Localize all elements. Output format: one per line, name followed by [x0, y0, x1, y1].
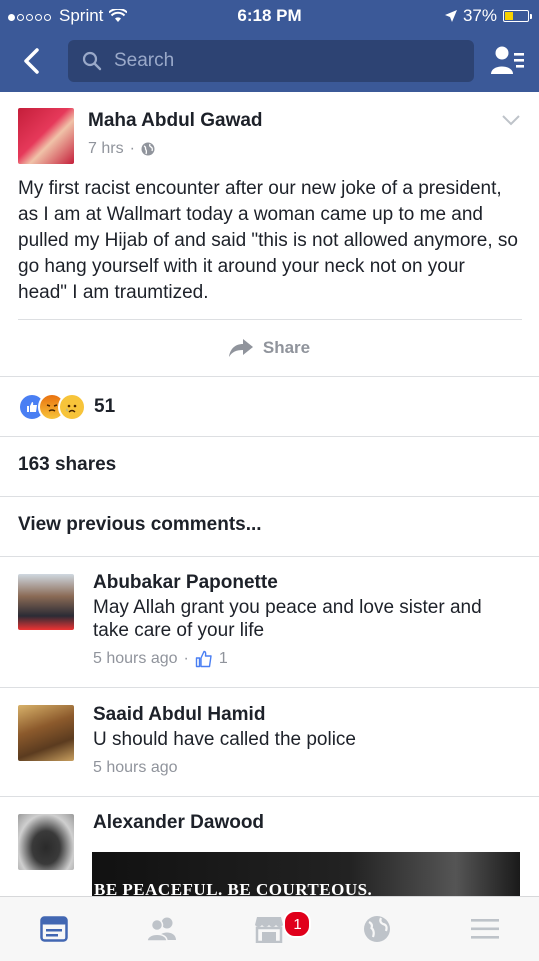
- friends-icon: [145, 917, 176, 942]
- search-icon: [82, 51, 102, 71]
- post-options-chevron-icon[interactable]: [501, 114, 521, 126]
- tab-bar: 1: [0, 896, 539, 961]
- comment-text: U should have called the police: [93, 729, 357, 750]
- comment-timestamp[interactable]: 5 hours ago: [93, 650, 178, 668]
- post-author[interactable]: Maha Abdul Gawad: [88, 110, 263, 132]
- meta-separator: ·: [129, 140, 135, 157]
- meta-separator: ·: [183, 650, 189, 667]
- tab-notifications[interactable]: [323, 897, 431, 961]
- divider: [0, 796, 539, 797]
- divider: [0, 687, 539, 688]
- tab-news-feed[interactable]: [0, 897, 108, 961]
- author-avatar[interactable]: [18, 108, 74, 164]
- shares-count[interactable]: 163 shares: [18, 454, 116, 476]
- marketplace-icon: [255, 917, 284, 943]
- search-bar[interactable]: [68, 40, 474, 82]
- tab-friends[interactable]: [108, 897, 216, 961]
- globe-icon: [141, 142, 155, 156]
- post-text: My first racist encounter after our new …: [18, 178, 518, 303]
- comment-like-count: 1: [218, 650, 228, 667]
- status-right: 37%: [444, 6, 532, 26]
- tab-marketplace[interactable]: 1: [216, 897, 324, 961]
- search-input[interactable]: [112, 49, 456, 73]
- comment-timestamp[interactable]: 5 hours ago: [93, 759, 178, 777]
- status-bar: Sprint 6:18 PM 37%: [0, 0, 539, 32]
- divider: [0, 496, 539, 497]
- globe-notifications-icon: [364, 916, 391, 942]
- post-meta: 7 hrs ·: [88, 140, 155, 158]
- commenter-name[interactable]: Saaid Abdul Hamid: [93, 704, 265, 726]
- tab-menu[interactable]: [431, 897, 539, 961]
- location-arrow-icon: [444, 10, 457, 22]
- comment-image[interactable]: BE PEACEFUL. BE COURTEOUS.: [92, 850, 520, 900]
- commenter-name[interactable]: Abubakar Paponette: [93, 572, 278, 594]
- reactions-summary[interactable]: 51: [18, 393, 115, 421]
- news-feed-icon: [40, 916, 68, 942]
- post-timestamp[interactable]: 7 hrs: [88, 140, 124, 158]
- battery-percent: 37%: [462, 6, 497, 25]
- reaction-count: 51: [94, 396, 116, 417]
- divider: [0, 556, 539, 557]
- sad-reaction-icon: [58, 393, 86, 421]
- divider: [0, 376, 539, 377]
- comment-text: May Allah grant you peace and love siste…: [93, 597, 482, 641]
- friend-requests-icon[interactable]: [489, 44, 525, 78]
- commenter-name[interactable]: Alexander Dawood: [93, 812, 264, 834]
- back-chevron-icon[interactable]: [18, 46, 48, 76]
- commenter-avatar[interactable]: [18, 574, 74, 630]
- thumbs-up-icon: [195, 650, 212, 668]
- nav-bar: [0, 32, 539, 92]
- marketplace-badge: 1: [283, 910, 312, 938]
- divider: [0, 436, 539, 437]
- battery-icon: [503, 10, 532, 22]
- commenter-avatar[interactable]: [18, 705, 74, 761]
- comment-meta: 5 hours ago: [93, 759, 178, 777]
- view-previous-comments-link[interactable]: View previous comments...: [18, 514, 262, 536]
- share-button[interactable]: Share: [0, 320, 539, 376]
- share-arrow-icon: [228, 339, 253, 357]
- commenter-avatar[interactable]: [18, 814, 74, 870]
- hamburger-menu-icon: [471, 919, 500, 939]
- comment-meta: 5 hours ago · 1: [93, 650, 228, 668]
- share-label: Share: [262, 338, 311, 357]
